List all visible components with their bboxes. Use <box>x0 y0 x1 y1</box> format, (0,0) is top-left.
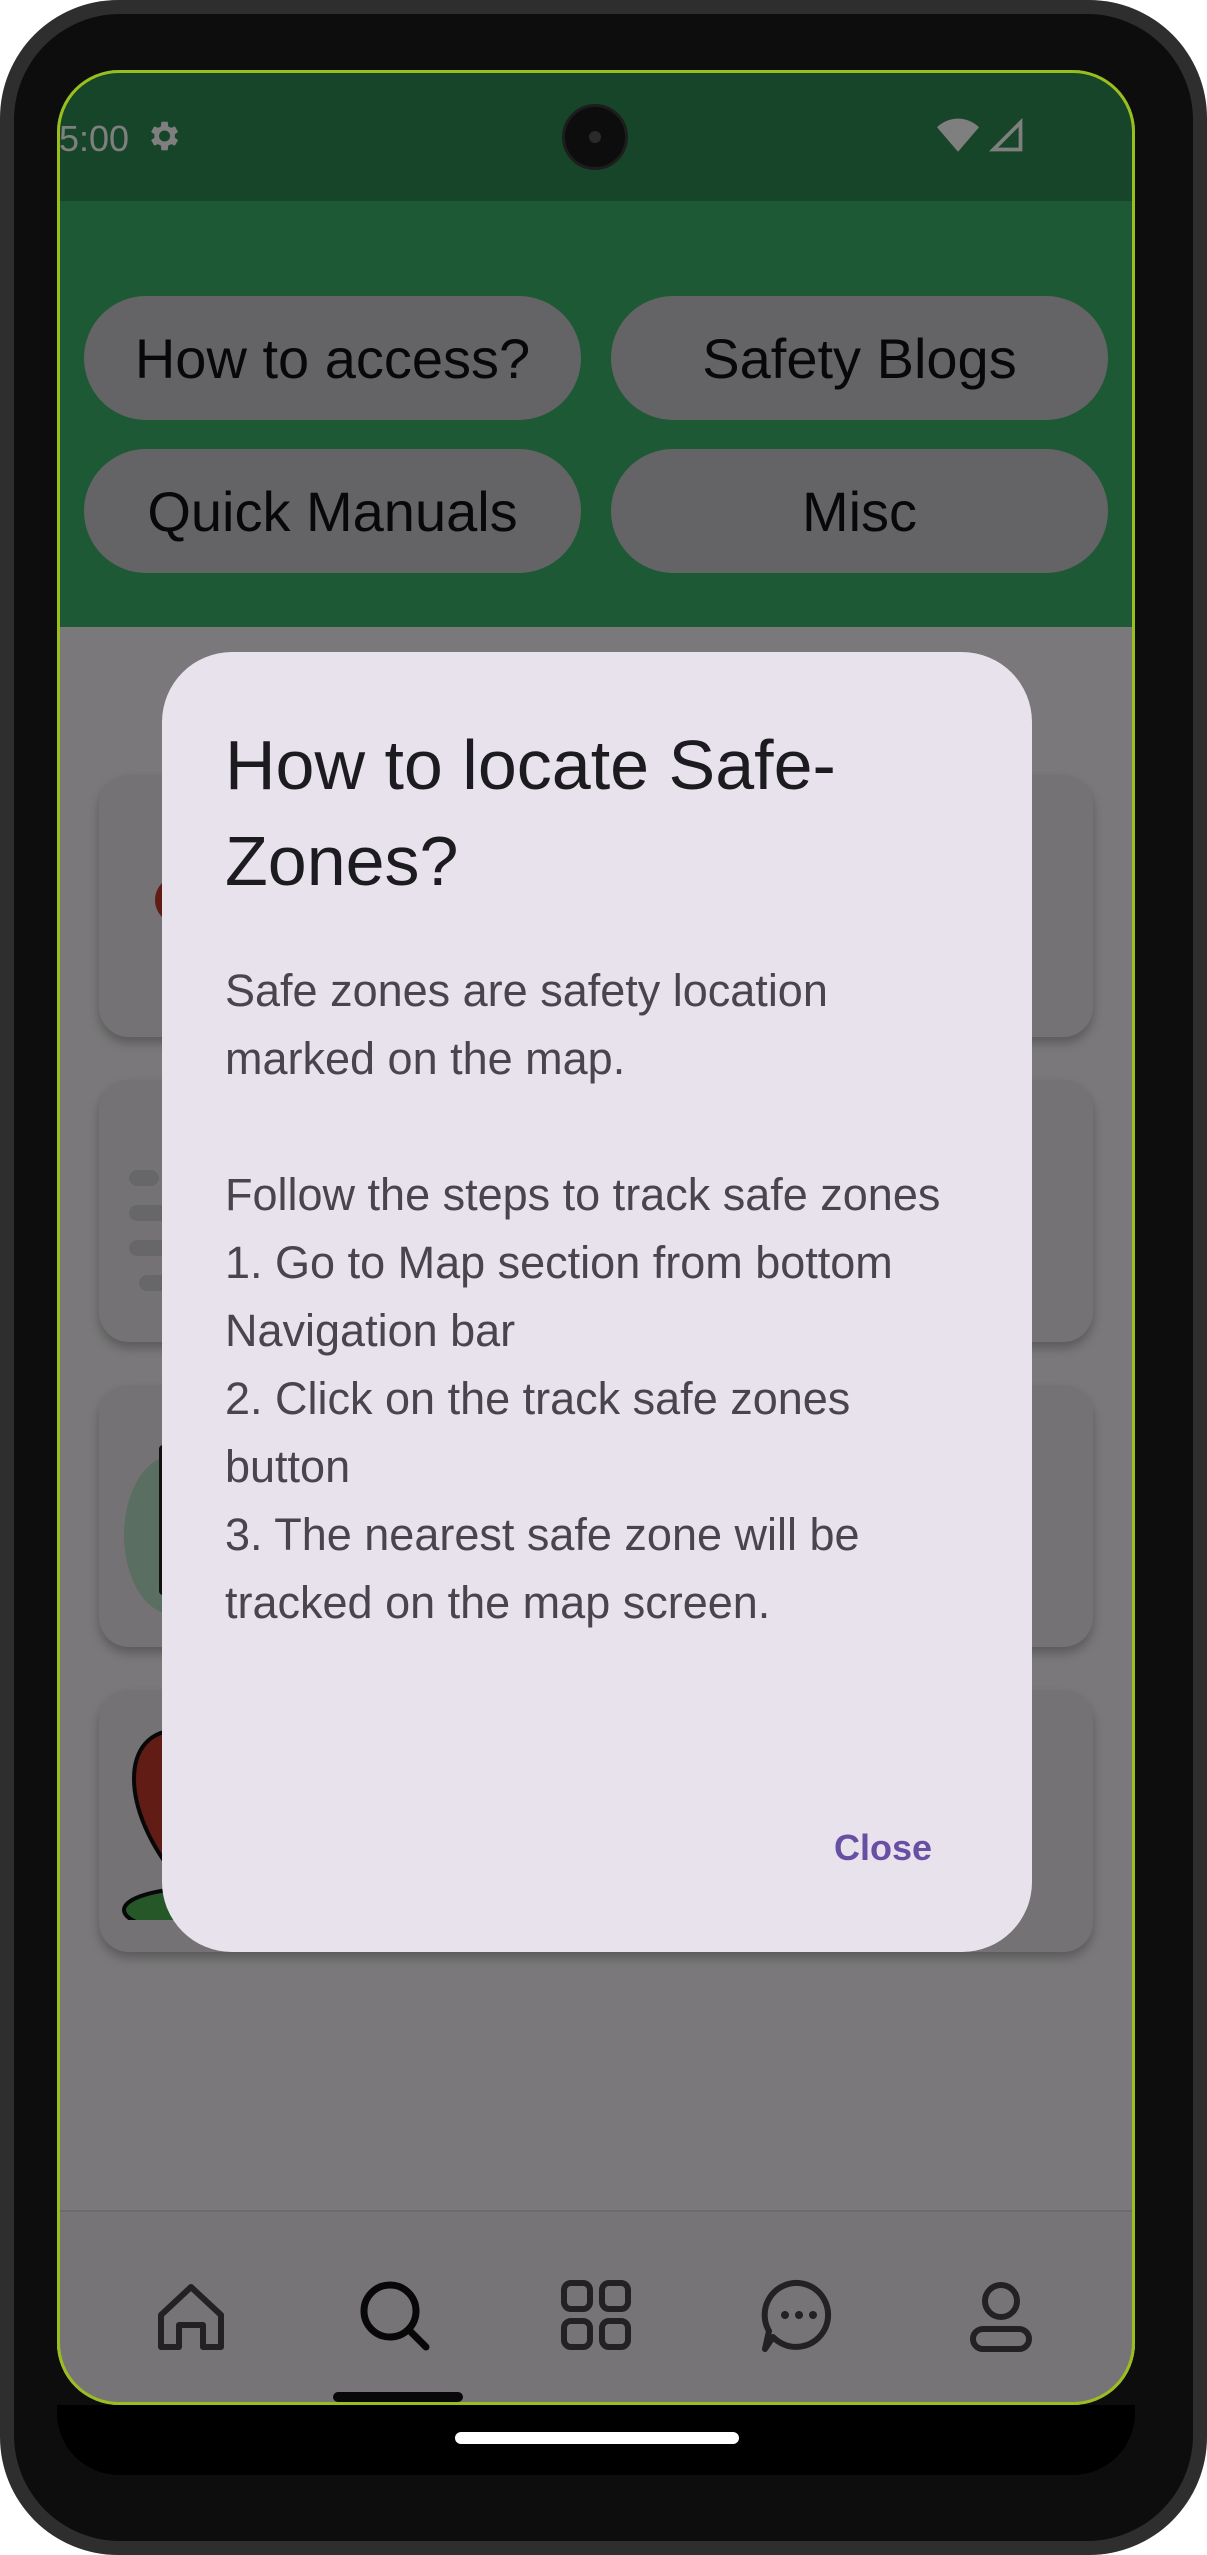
close-button[interactable]: Close <box>822 1817 944 1879</box>
dialog-body: Safe zones are safety location marked on… <box>225 965 941 1628</box>
screen: 5:00 How to access? Safety Blogs Quick M… <box>57 70 1135 2405</box>
dialog-title: How to locate Safe-Zones? <box>225 726 836 900</box>
info-dialog: How to locate Safe-Zones? Safe zones are… <box>162 652 1032 1952</box>
home-gesture-bar[interactable] <box>455 2432 739 2444</box>
